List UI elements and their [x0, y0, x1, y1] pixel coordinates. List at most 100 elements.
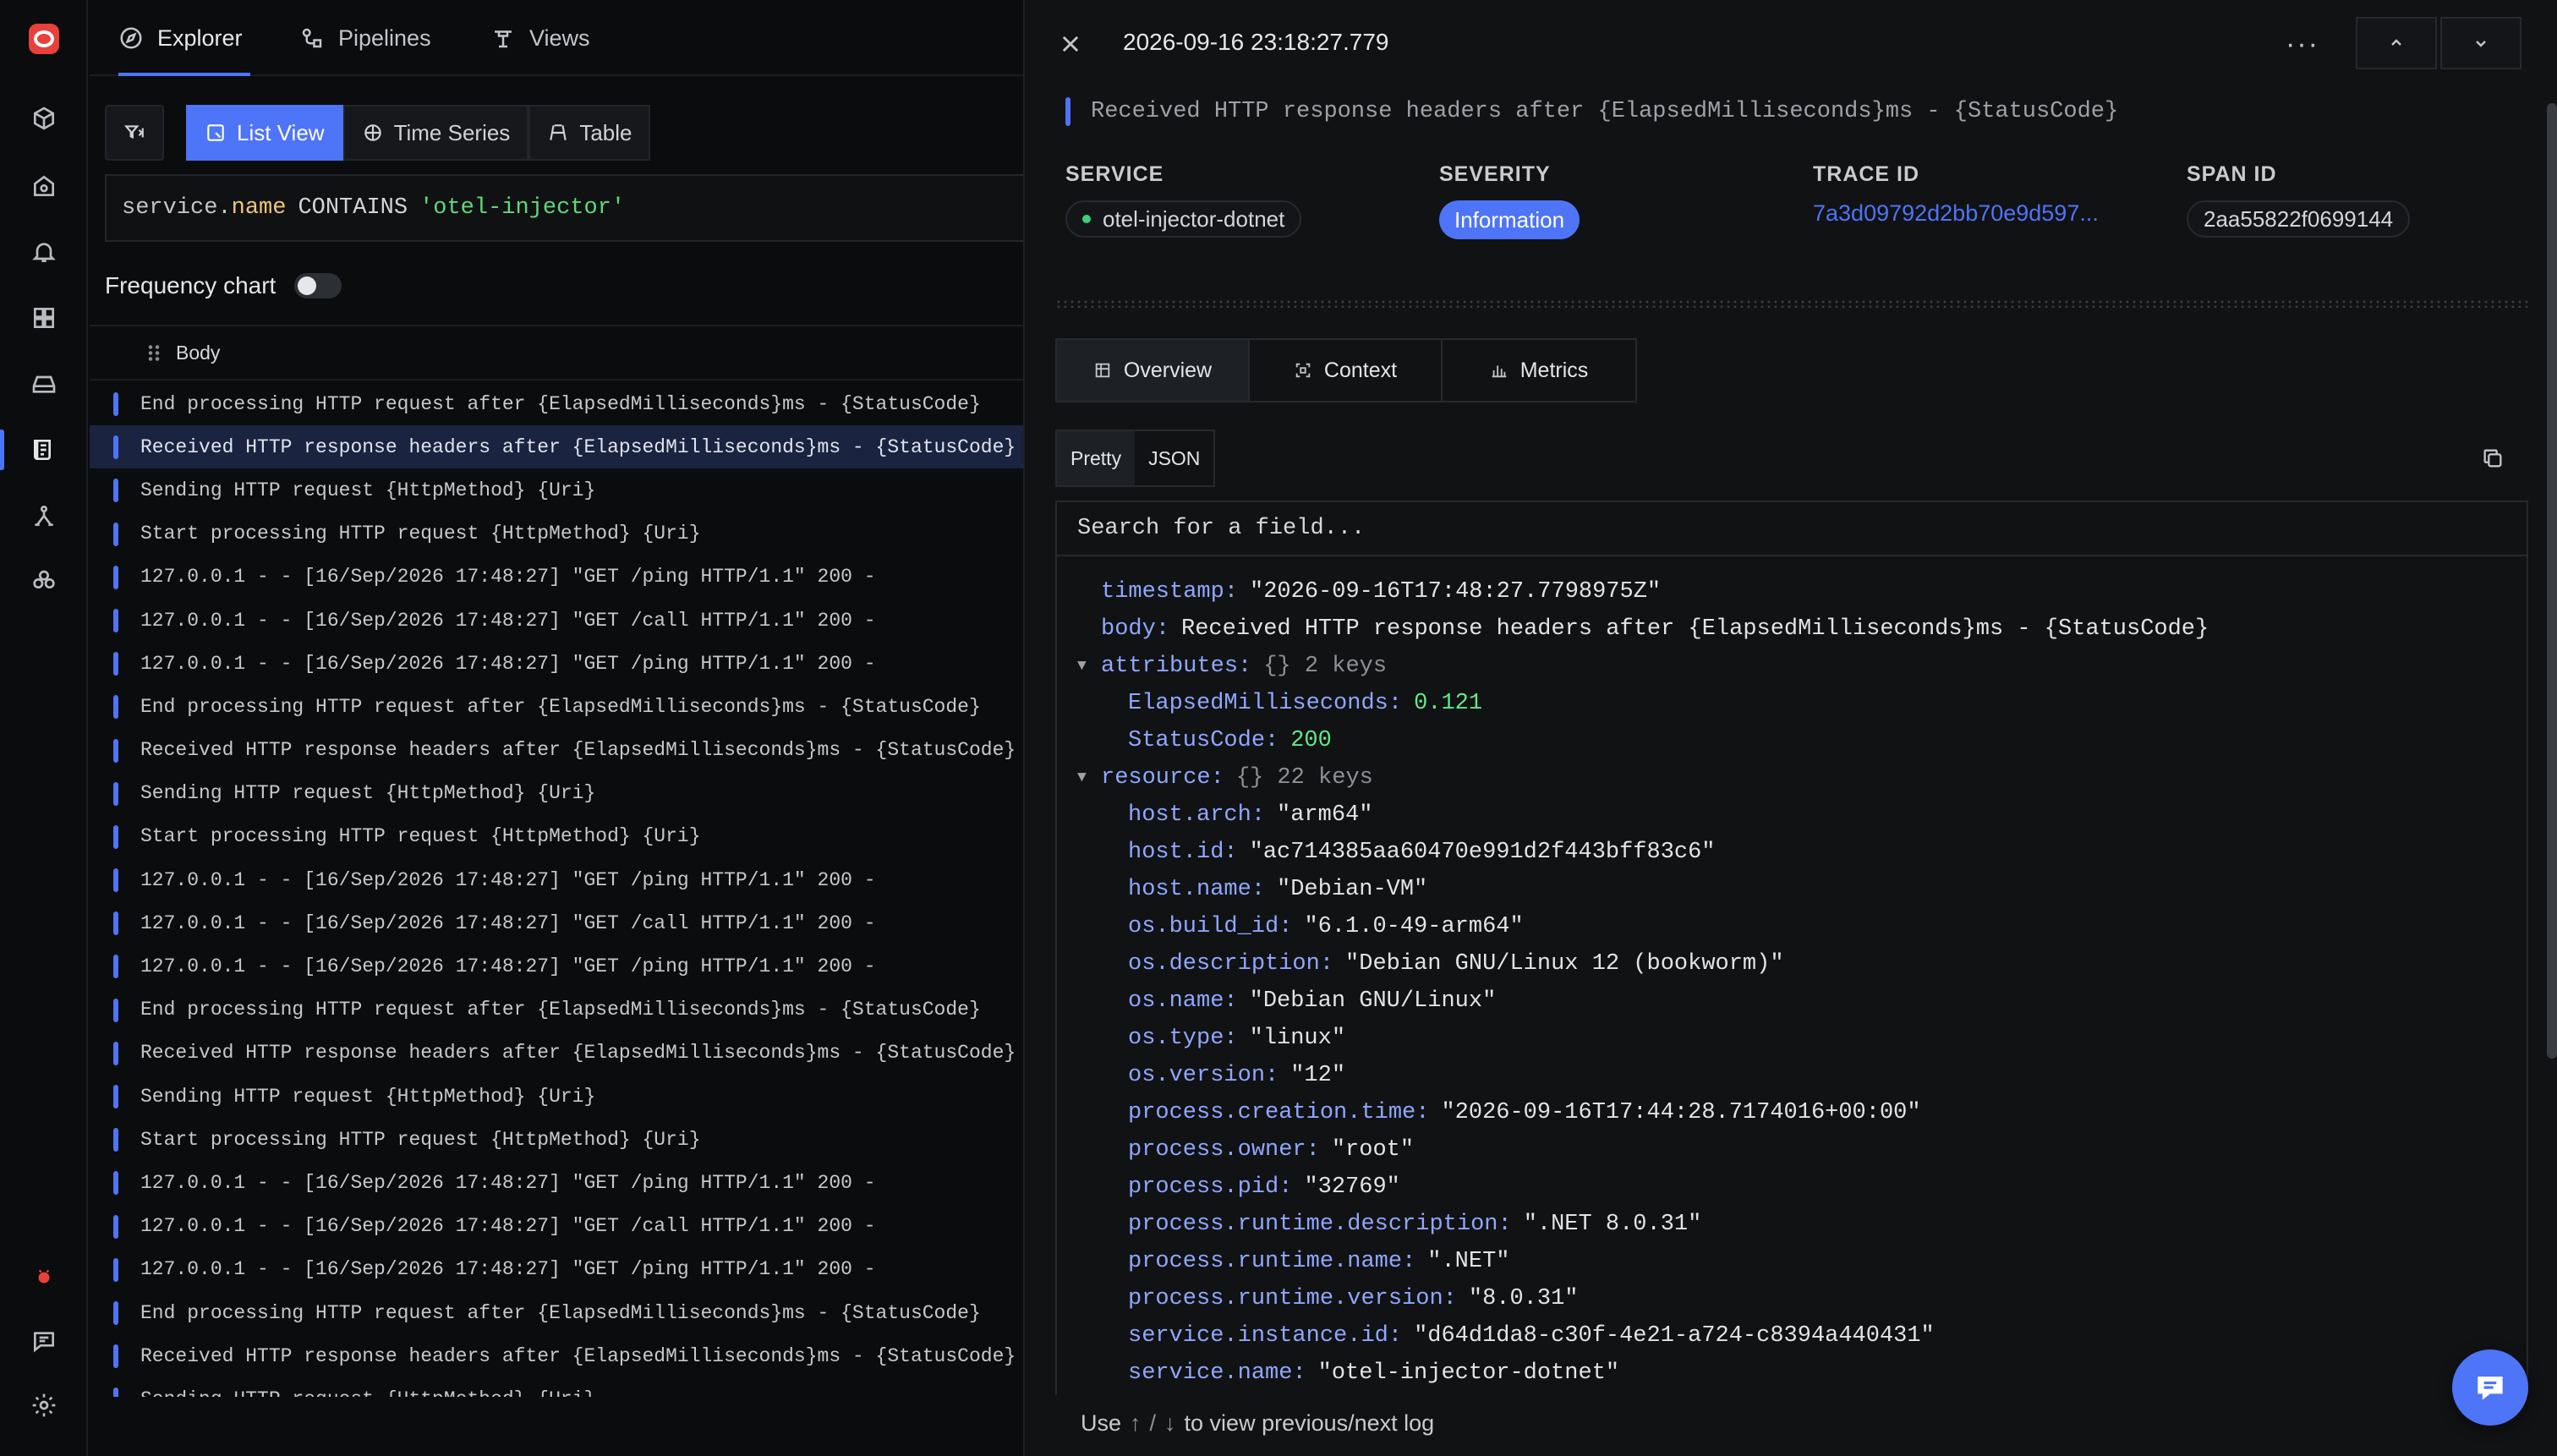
caret-down-icon[interactable]: ▼: [1077, 769, 1101, 786]
field-statuscode[interactable]: StatusCode:200: [1057, 722, 2527, 759]
toggle-filters-button[interactable]: [105, 105, 164, 161]
log-row[interactable]: 127.0.0.1 - - [16/Sep/2026 17:48:27] "GE…: [90, 599, 1023, 642]
list-view-button[interactable]: List View: [186, 105, 343, 161]
log-row[interactable]: Start processing HTTP request {HttpMetho…: [90, 512, 1023, 556]
log-row[interactable]: Sending HTTP request {HttpMethod} {Uri}: [90, 468, 1023, 512]
field-host-arch[interactable]: host.arch: "arm64": [1057, 796, 2527, 834]
tab-metrics[interactable]: Metrics: [1443, 340, 1635, 401]
query-input[interactable]: service. name CONTAINS 'otel-injector': [105, 174, 1023, 242]
field-search-input[interactable]: Search for a field...: [1057, 502, 2527, 556]
tab-explorer[interactable]: Explorer: [118, 0, 250, 76]
tab-context[interactable]: Context: [1250, 340, 1443, 401]
log-row[interactable]: Received HTTP response headers after {El…: [90, 729, 1023, 772]
field-colon: :: [1251, 877, 1266, 902]
log-row-body: Sending HTTP request {HttpMethod} {Uri}: [140, 1388, 595, 1397]
field-os-name[interactable]: os.name: "Debian GNU/Linux": [1057, 983, 2527, 1020]
rail-services-icon[interactable]: [19, 161, 69, 211]
log-row[interactable]: 127.0.0.1 - - [16/Sep/2026 17:48:27] "GE…: [90, 858, 1023, 901]
hint-suffix: to view previous/next log: [1184, 1410, 1435, 1436]
close-drawer-button[interactable]: [1055, 29, 1086, 59]
tab-pipelines[interactable]: Pipelines: [299, 0, 431, 76]
field-service-name[interactable]: service.name: "otel-injector-dotnet": [1057, 1355, 2527, 1392]
pretty-format-button[interactable]: Pretty: [1057, 431, 1136, 485]
log-body-preview: Received HTTP response headers after {El…: [1065, 95, 2118, 129]
field-timestamp[interactable]: timestamp: "2026-09-16T17:48:27.7798975Z": [1057, 573, 2527, 610]
log-row-body: 127.0.0.1 - - [16/Sep/2026 17:48:27] "GE…: [140, 955, 876, 978]
caret-down-icon[interactable]: ▼: [1077, 658, 1101, 675]
frequency-chart-toggle[interactable]: [294, 273, 342, 298]
field-body[interactable]: body: Received HTTP response headers afte…: [1057, 610, 2527, 648]
rail-bug-icon[interactable]: [19, 1251, 69, 1302]
copy-button[interactable]: [2478, 443, 2508, 473]
log-row[interactable]: Received HTTP response headers after {El…: [90, 1032, 1023, 1075]
log-row-body: 127.0.0.1 - - [16/Sep/2026 17:48:27] "GE…: [140, 1258, 876, 1281]
query-value: 'otel-injector': [419, 195, 626, 221]
field-os-build-id[interactable]: os.build_id: "6.1.0-49-arm64": [1057, 908, 2527, 945]
field-meta: {} 2 keys: [1263, 654, 1388, 679]
log-row[interactable]: Sending HTTP request {HttpMethod} {Uri}: [90, 772, 1023, 815]
tab-views[interactable]: Views: [490, 0, 590, 76]
drawer-scrollbar[interactable]: [2547, 103, 2557, 1059]
rail-logs-icon[interactable]: [0, 424, 69, 475]
log-body-text: Received HTTP response headers after {El…: [1091, 99, 2119, 124]
time-series-button[interactable]: Time Series: [342, 105, 529, 161]
service-pill[interactable]: otel-injector-dotnet: [1065, 200, 1302, 238]
log-row[interactable]: Start processing HTTP request {HttpMetho…: [90, 1118, 1023, 1161]
rail-dashboards-icon[interactable]: [19, 293, 69, 343]
field-os-description[interactable]: os.description: "Debian GNU/Linux 12 (boo…: [1057, 945, 2527, 983]
log-row[interactable]: Sending HTTP request {HttpMethod} {Uri}: [90, 1377, 1023, 1397]
field-colon: :: [1278, 1174, 1293, 1200]
field-process-runtime-description[interactable]: process.runtime.description: ".NET 8.0.31…: [1057, 1206, 2527, 1243]
log-row[interactable]: 127.0.0.1 - - [16/Sep/2026 17:48:27] "GE…: [90, 1161, 1023, 1204]
field-service-instance-id[interactable]: service.instance.id: "d64d1da8-c30f-4e21-…: [1057, 1317, 2527, 1355]
column-header-body[interactable]: Body: [176, 342, 220, 364]
log-row[interactable]: End processing HTTP request after {Elaps…: [90, 685, 1023, 728]
drag-handle-icon[interactable]: [147, 344, 161, 361]
field-host-name[interactable]: host.name: "Debian-VM": [1057, 871, 2527, 908]
field-process-pid[interactable]: process.pid: "32769": [1057, 1169, 2527, 1206]
log-row[interactable]: Sending HTTP request {HttpMethod} {Uri}: [90, 1075, 1023, 1118]
tab-overview[interactable]: Overview: [1057, 340, 1250, 401]
json-format-button[interactable]: JSON: [1135, 431, 1213, 485]
app-logo[interactable]: [29, 24, 59, 54]
rail-home-icon[interactable]: [19, 93, 69, 144]
rail-infra-icon[interactable]: [19, 359, 69, 409]
chat-support-button[interactable]: [2452, 1349, 2528, 1426]
field-os-version[interactable]: os.version: "12": [1057, 1057, 2527, 1094]
field-process-owner[interactable]: process.owner: "root": [1057, 1131, 2527, 1169]
log-row[interactable]: 127.0.0.1 - - [16/Sep/2026 17:48:27] "GE…: [90, 944, 1023, 988]
rail-traces-icon[interactable]: [19, 490, 69, 541]
log-row[interactable]: 127.0.0.1 - - [16/Sep/2026 17:48:27] "GE…: [90, 642, 1023, 685]
table-view-button[interactable]: Table: [528, 105, 651, 161]
rail-settings-icon[interactable]: [19, 1380, 69, 1431]
field-process-runtime-name[interactable]: process.runtime.name: ".NET": [1057, 1243, 2527, 1280]
previous-log-button[interactable]: [2356, 17, 2437, 69]
log-row[interactable]: 127.0.0.1 - - [16/Sep/2026 17:48:27] "GE…: [90, 556, 1023, 599]
span-id-pill[interactable]: 2aa55822f0699144: [2187, 200, 2411, 238]
log-row[interactable]: Received HTTP response headers after {El…: [90, 425, 1023, 469]
field-os-type[interactable]: os.type: "linux": [1057, 1020, 2527, 1057]
close-icon: [1062, 36, 1079, 52]
log-row[interactable]: End processing HTTP request after {Elaps…: [90, 988, 1023, 1032]
field-host-id[interactable]: host.id: "ac714385aa60470e991d2f443bff83c…: [1057, 834, 2527, 871]
rail-alerts-icon[interactable]: [19, 227, 69, 277]
severity-bar: [113, 911, 118, 936]
log-row[interactable]: 127.0.0.1 - - [16/Sep/2026 17:48:27] "GE…: [90, 901, 1023, 944]
log-row-body: Sending HTTP request {HttpMethod} {Uri}: [140, 479, 596, 501]
rail-feedback-icon[interactable]: [19, 1316, 69, 1366]
log-row[interactable]: End processing HTTP request after {Elaps…: [90, 382, 1023, 425]
field-process-creation-time[interactable]: process.creation.time: "2026-09-16T17:44:…: [1057, 1094, 2527, 1131]
rail-integrations-icon[interactable]: [19, 555, 69, 605]
log-row[interactable]: 127.0.0.1 - - [16/Sep/2026 17:48:27] "GE…: [90, 1248, 1023, 1291]
field-elapsedmilliseconds[interactable]: ElapsedMilliseconds:0.121: [1057, 685, 2527, 722]
trace-id-link[interactable]: 7a3d09792d2bb70e9d597...: [1813, 200, 2099, 227]
field-attributes[interactable]: ▼ attributes:{} 2 keys: [1057, 648, 2527, 685]
field-resource[interactable]: ▼ resource:{} 22 keys: [1057, 759, 2527, 796]
log-row[interactable]: Received HTTP response headers after {El…: [90, 1334, 1023, 1377]
log-row[interactable]: 127.0.0.1 - - [16/Sep/2026 17:48:27] "GE…: [90, 1205, 1023, 1248]
field-process-runtime-version[interactable]: process.runtime.version: "8.0.31": [1057, 1280, 2527, 1317]
log-row[interactable]: End processing HTTP request after {Elaps…: [90, 1291, 1023, 1334]
next-log-button[interactable]: [2440, 17, 2521, 69]
more-options-button[interactable]: ···: [2281, 25, 2324, 63]
log-row[interactable]: Start processing HTTP request {HttpMetho…: [90, 815, 1023, 858]
